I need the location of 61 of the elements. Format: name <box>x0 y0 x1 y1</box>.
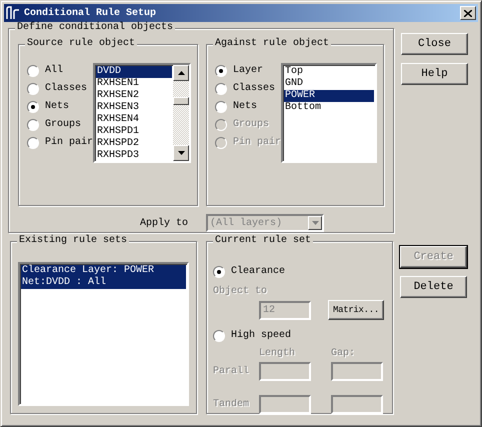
group-title: Define conditional objects <box>15 22 176 34</box>
row-label: Tandem <box>213 398 250 410</box>
list-item[interactable]: RXHSEN2 <box>96 90 172 102</box>
list-item[interactable]: RXHSEN4 <box>96 114 172 126</box>
list-item[interactable]: GND <box>284 78 374 90</box>
list-item[interactable]: RXHSPD3 <box>96 150 172 161</box>
field-label: Object to <box>213 286 268 298</box>
radio-icon[interactable] <box>27 83 39 95</box>
listbox[interactable]: DVDD RXHSEN1 RXHSEN2 RXHSEN3 RXHSEN4 RXHSPD1 RXHSPD2 RXHSPD3 <box>93 63 191 163</box>
listbox[interactable]: Clearance Layer: POWER Net:DVDD : All <box>18 262 189 406</box>
radio-button[interactable]: Groups <box>27 119 94 131</box>
list-item[interactable]: RXHSPD1 <box>96 126 172 138</box>
radio-icon[interactable] <box>27 65 39 77</box>
matrix-button[interactable]: Matrix... <box>328 300 384 320</box>
list-item[interactable]: Clearance Layer: POWER Net:DVDD : All <box>21 265 186 289</box>
list-item[interactable]: POWER <box>284 90 374 102</box>
listbox[interactable]: Top GND POWER Bottom <box>281 63 377 163</box>
down-arrow-icon <box>178 151 184 155</box>
radio-button[interactable]: Nets <box>215 101 282 113</box>
radio-button[interactable]: Nets <box>27 101 94 113</box>
list-item[interactable]: RXHSEN3 <box>96 102 172 114</box>
radio-icon[interactable] <box>215 83 227 95</box>
radio-icon[interactable] <box>213 330 225 342</box>
radio-icon[interactable] <box>213 266 225 278</box>
radio-button[interactable]: High speed <box>213 330 292 342</box>
list-item[interactable]: Bottom <box>284 102 374 114</box>
radio-icon[interactable] <box>27 137 39 149</box>
radio-button[interactable]: All <box>27 65 94 77</box>
radio-button[interactable]: Classes <box>215 83 282 95</box>
scroll-thumb[interactable] <box>173 97 189 105</box>
field-label: Apply to <box>140 218 188 228</box>
list-item[interactable]: Top <box>284 66 374 78</box>
radio-icon[interactable] <box>27 101 39 113</box>
radio-icon[interactable] <box>215 65 227 77</box>
group-title: Source rule object <box>25 38 138 50</box>
group-title: Existing rule sets <box>17 235 130 247</box>
scrollbar[interactable] <box>173 65 189 161</box>
dialog-button[interactable]: Close <box>401 33 468 55</box>
column-label: Length <box>259 348 296 360</box>
window-title: Conditional Rule Setup <box>24 8 158 18</box>
radio-icon[interactable] <box>215 101 227 113</box>
up-arrow-icon <box>178 71 184 75</box>
close-button[interactable] <box>460 6 476 20</box>
dialog-button[interactable]: Delete <box>400 276 467 298</box>
dialog-button[interactable]: Help <box>401 63 468 85</box>
list-item[interactable]: RXHSPD2 <box>96 138 172 150</box>
row-label: Parall <box>213 366 250 376</box>
radio-button[interactable]: Classes <box>27 83 94 95</box>
radio-button[interactable]: Clearance <box>213 266 286 278</box>
app-icon <box>6 6 20 20</box>
radio-icon[interactable] <box>27 119 39 131</box>
close-icon[interactable] <box>464 10 472 16</box>
dropdown-arrow-icon <box>312 221 318 225</box>
column-label: Gap: <box>331 348 356 360</box>
radio-button[interactable]: Layer <box>215 65 282 77</box>
list-item[interactable]: RXHSEN1 <box>96 78 172 90</box>
scroll-down-button[interactable] <box>173 145 189 161</box>
group-title: Against rule object <box>213 38 332 50</box>
list-item[interactable]: DVDD <box>96 66 172 78</box>
scroll-up-button[interactable] <box>173 65 189 81</box>
radio-button[interactable]: Pin pair <box>27 137 94 149</box>
